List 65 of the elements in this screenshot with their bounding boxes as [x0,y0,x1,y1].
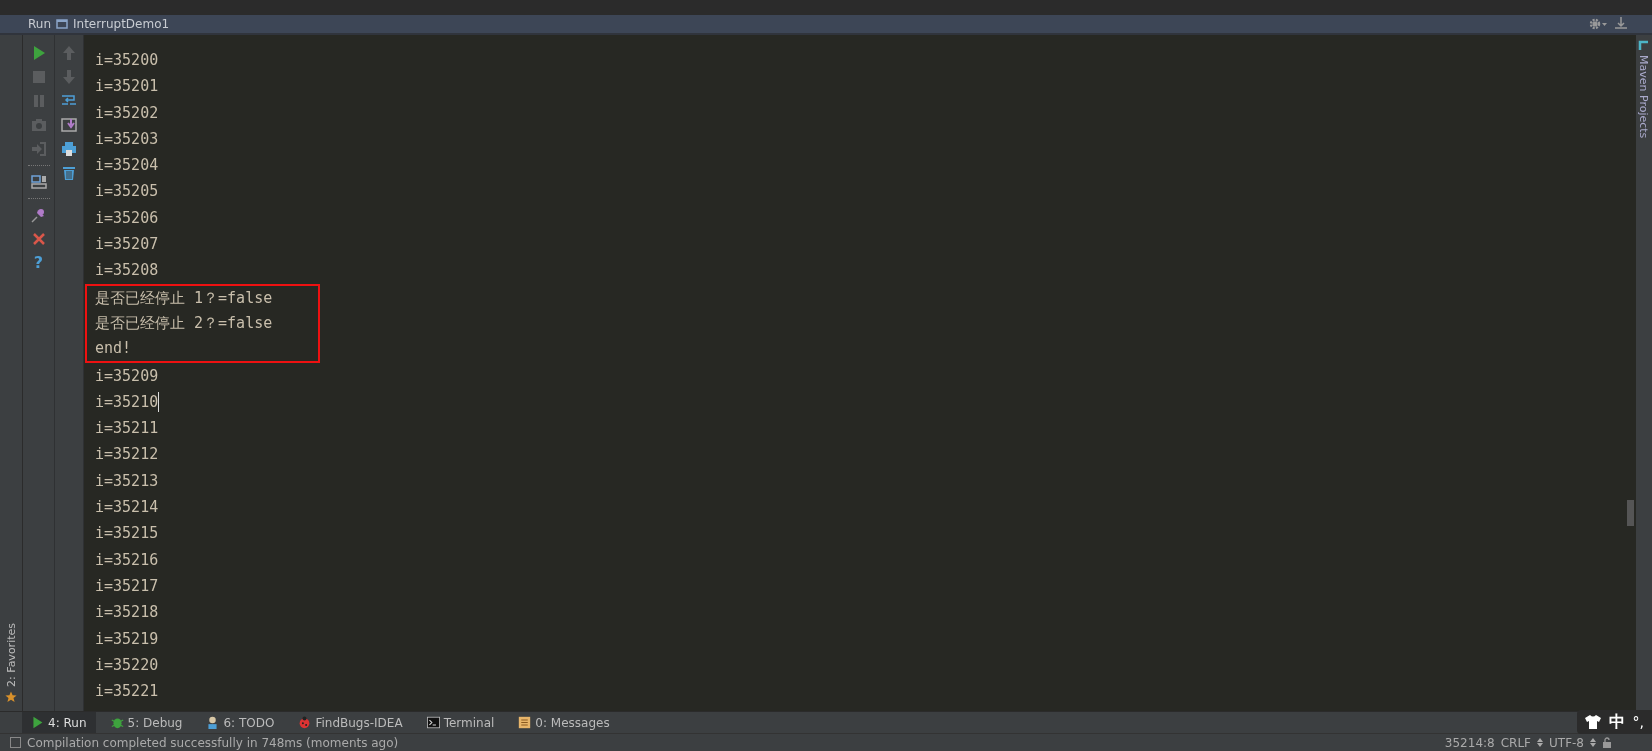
console-line: i=35207 [95,234,159,256]
tool-window-tab[interactable]: FindBugs-IDEA [289,712,412,733]
console-line: i=35214 [95,497,159,519]
console-line: i=35220 [95,654,159,676]
console-line: i=35200 [95,50,159,71]
line-separator[interactable]: CRLF [1500,735,1531,750]
tool-window-tab[interactable]: 0: Messages [509,712,619,733]
console-line: i=35203 [95,128,159,150]
updown-icon [1537,738,1543,747]
lock-icon[interactable] [1602,737,1612,748]
maven-icon [1638,39,1650,51]
console-line: i=35215 [95,523,159,545]
scrollbar-thumb[interactable] [1627,500,1634,526]
console-line: end! [85,336,320,363]
shirt-icon[interactable] [1584,715,1601,729]
close-icon[interactable] [30,231,47,247]
status-message: Compilation completed successfully in 748ms (moments ago) [27,735,399,750]
input-mode-button[interactable]: 中 [1608,711,1625,733]
status-toggle-icon[interactable] [10,737,21,748]
console-line: i=35202 [95,102,159,124]
console-line: i=35216 [95,549,159,571]
console-line: i=35209 [95,365,159,387]
console-line: i=35218 [95,602,159,624]
run-config-tab[interactable]: InterruptDemo1 [73,17,170,31]
console-line: i=35210 [95,391,160,414]
person-icon [206,716,220,729]
tool-window-tab[interactable]: 5: Debug [101,712,192,733]
tool-window-tab[interactable]: 6: TODO [197,712,284,733]
file-encoding[interactable]: UTF-8 [1549,735,1584,750]
updown-icon [1590,738,1596,747]
messages-icon [518,716,532,729]
window-icon [56,18,68,30]
console-line: 是否已经停止 1？=false [85,283,320,310]
layout-icon[interactable] [30,174,47,190]
console-line: i=35219 [95,628,159,650]
console-line: i=35205 [95,181,159,203]
hide-icon[interactable] [1614,17,1628,31]
console-line: i=35201 [95,76,159,98]
maven-projects-tab[interactable]: Maven Projects [1637,55,1651,139]
pin-icon[interactable] [30,207,47,223]
bug-icon [110,716,124,729]
tool-window-tab[interactable]: 4: Run [22,712,96,733]
star-icon [5,691,17,703]
console-line: i=35213 [95,470,159,492]
trash-icon[interactable] [61,165,77,181]
settings-icon[interactable] [1589,18,1609,30]
console-line: i=35217 [95,575,159,597]
ladybug-icon [298,716,312,729]
scroll-end-icon[interactable] [61,117,77,133]
terminal-icon [426,716,440,729]
run-icon [31,716,44,729]
print-icon[interactable] [61,141,77,157]
console-line: 是否已经停止 2？=false [85,309,320,337]
console-line: i=35206 [95,207,159,229]
punctuation-button[interactable]: °, [1632,714,1644,730]
console-line: i=35221 [95,681,159,703]
caret-position[interactable]: 35214:8 [1444,735,1495,750]
tool-window-tab[interactable]: Terminal [417,712,504,733]
help-button[interactable]: ? [33,255,44,271]
console-line: i=35204 [95,155,159,177]
panel-title: Run [28,17,51,31]
console-line: i=35212 [95,444,159,466]
console-line: i=35208 [95,260,159,282]
favorites-tab[interactable]: 2: Favorites [4,623,18,687]
console-line: i=35211 [95,418,159,440]
